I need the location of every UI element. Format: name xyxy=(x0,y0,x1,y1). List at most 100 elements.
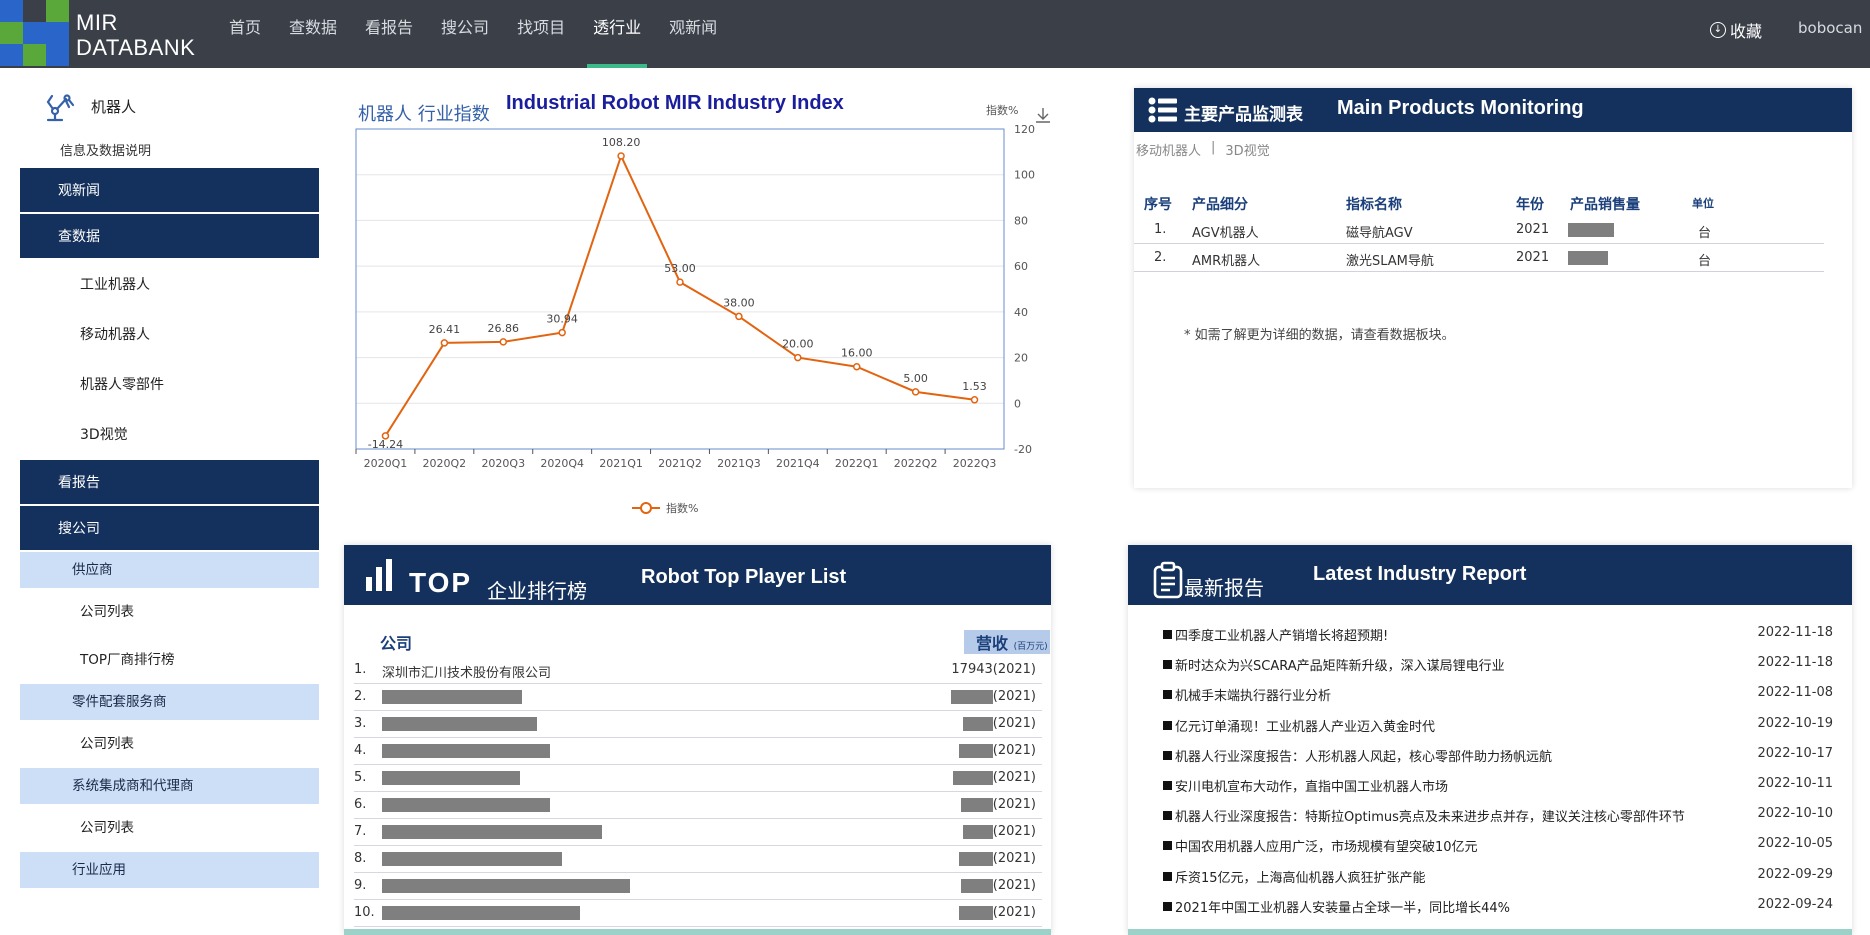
sidebar-item[interactable]: 工业机器人 xyxy=(20,260,319,310)
nav-item[interactable]: 找项目 xyxy=(503,0,579,68)
top-player-row[interactable]: 10. (2021) xyxy=(354,900,1042,927)
series-line xyxy=(384,153,975,437)
report-item[interactable]: 新时达众为兴SCARA产品矩阵新升级，深入谋局锂电行业 2022-11-18 xyxy=(1163,655,1833,685)
sidebar-item[interactable]: 看报告 xyxy=(20,460,319,506)
data-description-link[interactable]: 信息及数据说明 xyxy=(60,140,151,159)
top-player-row[interactable]: 4. (2021) xyxy=(354,738,1042,765)
report-title[interactable]: 机械手末端执行器行业分析 xyxy=(1175,685,1331,704)
data-label: 5.00 xyxy=(903,372,928,385)
company-name[interactable] xyxy=(382,878,630,893)
top-player-row[interactable]: 3. (2021) xyxy=(354,711,1042,738)
sidebar-item[interactable]: 机器人零部件 xyxy=(20,360,319,410)
sidebar-item[interactable]: 搜公司 xyxy=(20,506,319,552)
sidebar-item[interactable]: 行业应用 xyxy=(20,852,319,888)
report-item[interactable]: 机器人行业深度报告：特斯拉Optimus亮点及未来进步点并存，建议关注核心零部件… xyxy=(1163,806,1833,836)
product-tab[interactable]: 3D视觉 xyxy=(1225,140,1269,159)
y-tick-label: 0 xyxy=(1014,397,1021,410)
report-date: 2022-11-18 xyxy=(1757,625,1833,640)
top-player-row[interactable]: 9. (2021) xyxy=(354,873,1042,900)
report-title[interactable]: 中国农用机器人应用广泛，市场规模有望突破10亿元 xyxy=(1175,836,1478,855)
company-name[interactable] xyxy=(382,824,602,839)
main-products-panel: 主要产品监测表 Main Products Monitoring 移动机器人 | 3… xyxy=(1134,88,1852,488)
data-point xyxy=(617,152,625,160)
company-name[interactable] xyxy=(382,716,537,731)
sidebar-item[interactable]: 查数据 xyxy=(20,214,319,260)
sidebar-item[interactable]: 零件配套服务商 xyxy=(20,684,319,720)
report-title[interactable]: 四季度工业机器人产销增长将超预期! xyxy=(1175,625,1388,644)
sidebar-item[interactable]: 供应商 xyxy=(20,552,319,588)
brand-line-2: DATABANK xyxy=(76,35,196,60)
company-name[interactable]: 深圳市汇川技术股份有限公司 xyxy=(382,662,551,681)
report-item[interactable]: 机械手末端执行器行业分析 2022-11-08 xyxy=(1163,685,1833,715)
top-player-row[interactable]: 5. (2021) xyxy=(354,765,1042,792)
company-name[interactable] xyxy=(382,689,522,704)
redacted-value xyxy=(958,851,993,866)
sidebar-item[interactable]: 公司列表 xyxy=(20,804,319,852)
product-cell-year: 2021 xyxy=(1516,222,1550,237)
nav-item[interactable]: 观新闻 xyxy=(655,0,731,68)
sidebar-item[interactable]: 观新闻 xyxy=(20,168,319,214)
bullet-icon xyxy=(1163,630,1172,639)
user-name[interactable]: bobocan xyxy=(1798,19,1862,37)
sidebar-item[interactable]: 公司列表 xyxy=(20,588,319,636)
report-title[interactable]: 亿元订单涌现！工业机器人产业迈入黄金时代 xyxy=(1175,716,1435,735)
data-point xyxy=(970,396,979,404)
top-player-header: TOP 企业排行榜 Robot Top Player List xyxy=(344,545,1051,605)
brand-logo[interactable]: MIR DATABANK xyxy=(0,0,200,68)
sidebar-item[interactable]: 3D视觉 xyxy=(20,410,319,460)
nav-item[interactable]: 搜公司 xyxy=(427,0,503,68)
latest-report-panel: 最新报告 Latest Industry Report 四季度工业机器人产销增长… xyxy=(1128,545,1852,935)
top-player-row[interactable]: 7. (2021) xyxy=(354,819,1042,846)
company-name[interactable] xyxy=(382,851,562,866)
report-item[interactable]: 斥资15亿元，上海高仙机器人疯狂扩张产能 2022-09-29 xyxy=(1163,867,1833,897)
chart-title-en: Industrial Robot MIR Industry Index xyxy=(506,92,844,114)
report-item[interactable]: 中国农用机器人应用广泛，市场规模有望突破10亿元 2022-10-05 xyxy=(1163,836,1833,866)
top-player-list: 1. 深圳市汇川技术股份有限公司 17943(2021) 2. (2021) 3. (202… xyxy=(354,657,1042,927)
report-item[interactable]: 四季度工业机器人产销增长将超预期! 2022-11-18 xyxy=(1163,625,1833,655)
data-point xyxy=(735,312,743,321)
report-title[interactable]: 机器人行业深度报告：人形机器人风起，核心零部件助力扬帆远航 xyxy=(1175,746,1552,765)
revenue-text: 17943(2021) xyxy=(951,662,1036,677)
company-name[interactable] xyxy=(382,905,580,920)
report-item[interactable]: 机器人行业深度报告：人形机器人风起，核心零部件助力扬帆远航 2022-10-17 xyxy=(1163,746,1833,776)
report-title[interactable]: 斥资15亿元，上海高仙机器人疯狂扩张产能 xyxy=(1175,867,1426,886)
y-tick-label: 100 xyxy=(1014,169,1035,182)
x-tick-label: 2021Q4 xyxy=(776,457,820,470)
sidebar-item[interactable]: 移动机器人 xyxy=(20,310,319,360)
sidebar-item[interactable]: TOP厂商排行榜 xyxy=(20,636,319,684)
company-name[interactable] xyxy=(382,797,550,812)
product-tab[interactable]: 移动机器人 xyxy=(1136,140,1201,159)
top-player-row[interactable]: 2. (2021) xyxy=(354,684,1042,711)
rank-number: 6. xyxy=(354,797,367,812)
nav-item[interactable]: 查数据 xyxy=(275,0,351,68)
report-title[interactable]: 2021年中国工业机器人安装量占全球一半，同比增长44% xyxy=(1175,897,1510,916)
rank-number: 7. xyxy=(354,824,367,839)
plot-frame xyxy=(355,128,1005,450)
report-title[interactable]: 安川电机宣布大动作，直指中国工业机器人市场 xyxy=(1175,776,1448,795)
company-name[interactable] xyxy=(382,770,520,785)
rank-number: 1. xyxy=(354,662,367,677)
top-player-row[interactable]: 8. (2021) xyxy=(354,846,1042,873)
report-item[interactable]: 亿元订单涌现！工业机器人产业迈入黄金时代 2022-10-19 xyxy=(1163,716,1833,746)
sidebar-item[interactable]: 系统集成商和代理商 xyxy=(20,768,319,804)
bullet-icon xyxy=(1163,780,1172,790)
product-cell-unit: 台 xyxy=(1698,254,1712,269)
report-title[interactable]: 机器人行业深度报告：特斯拉Optimus亮点及未来进步点并存，建议关注核心零部件… xyxy=(1175,806,1685,825)
download-icon[interactable] xyxy=(1034,106,1052,124)
nav-item[interactable]: 透行业 xyxy=(579,0,655,68)
sidebar-item[interactable]: 公司列表 xyxy=(20,720,319,768)
report-item[interactable]: 2021年中国工业机器人安装量占全球一半，同比增长44% 2022-09-24 xyxy=(1163,897,1833,927)
data-point xyxy=(499,338,508,346)
rank-number: 5. xyxy=(354,770,367,785)
top-player-row[interactable]: 6. (2021) xyxy=(354,792,1042,819)
bullet-icon xyxy=(1163,750,1172,760)
company-name[interactable] xyxy=(382,743,550,758)
top-player-row[interactable]: 1. 深圳市汇川技术股份有限公司 17943(2021) xyxy=(354,657,1042,684)
report-title[interactable]: 新时达众为兴SCARA产品矩阵新升级，深入谋局锂电行业 xyxy=(1175,655,1505,674)
download-circle-icon: ↓ xyxy=(1710,22,1726,38)
favorite-button[interactable]: ↓ 收藏 xyxy=(1710,18,1762,42)
report-item[interactable]: 安川电机宣布大动作，直指中国工业机器人市场 2022-10-11 xyxy=(1163,776,1833,806)
x-tick-label: 2020Q4 xyxy=(540,457,584,470)
nav-item[interactable]: 首页 xyxy=(215,0,275,68)
nav-item[interactable]: 看报告 xyxy=(351,0,427,68)
